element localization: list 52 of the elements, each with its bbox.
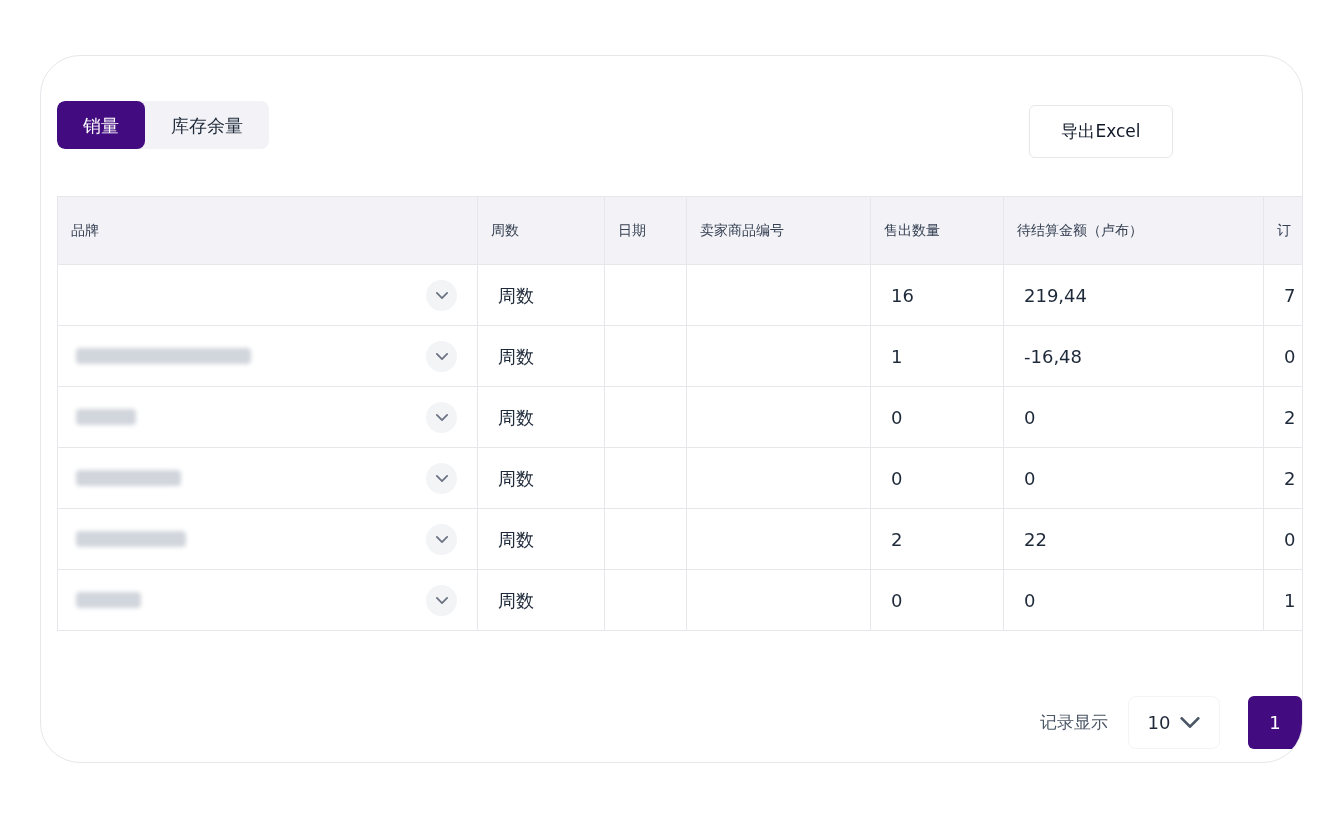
table-cell-text: 0 [1284, 344, 1296, 369]
column-header: 品牌 [71, 221, 99, 240]
table-cell-text: 2 [891, 527, 903, 552]
expand-button[interactable] [426, 523, 457, 555]
table-cell-text: 0 [891, 588, 903, 613]
tab[interactable]: 库存余量 [145, 101, 269, 149]
column-header: 日期 [618, 221, 646, 240]
chevron-down-icon [435, 535, 448, 543]
table-cell-text: 1 [1284, 588, 1296, 613]
table-cell-text: 周数 [498, 344, 534, 369]
chevron-down-icon [435, 596, 448, 604]
column-header: 售出数量 [884, 221, 940, 240]
expand-button[interactable] [426, 401, 457, 433]
table-cell-text: 周数 [498, 466, 534, 491]
table-cell-text: 16 [891, 283, 914, 308]
chevron-down-icon [435, 474, 448, 482]
table-cell-text: 周数 [498, 405, 534, 430]
chevron-down-icon [1180, 717, 1201, 728]
column-header: 订 [1277, 221, 1291, 240]
expand-button[interactable] [426, 279, 457, 311]
chevron-down-icon [435, 413, 448, 421]
table-cell-text: 0 [891, 466, 903, 491]
page-size-select[interactable]: 10 [1128, 696, 1220, 749]
table-cell-text: 0 [1284, 527, 1296, 552]
export-button[interactable]: 导出Excel [1029, 105, 1173, 158]
chevron-down-icon [435, 352, 448, 360]
table-cell-text: 0 [1024, 405, 1036, 430]
expand-button[interactable] [426, 340, 457, 372]
table-cell-text: 2 [1284, 405, 1296, 430]
records-label: 记录显示 [1040, 710, 1108, 734]
chevron-down-icon [435, 291, 448, 299]
column-header: 周数 [491, 221, 519, 240]
page-button[interactable]: 1 [1248, 696, 1302, 749]
table-cell-text: 周数 [498, 527, 534, 552]
expand-button[interactable] [426, 462, 457, 494]
expand-button[interactable] [426, 584, 457, 616]
table-cell-text: 219,44 [1024, 283, 1087, 308]
table-cell-text: 2 [1284, 466, 1296, 491]
table-cell-text: -16,48 [1024, 344, 1083, 369]
column-header: 待结算金额（卢布） [1017, 221, 1143, 240]
table-cell-text: 0 [891, 405, 903, 430]
table-cell-text: 1 [891, 344, 903, 369]
blurred-brand-name [76, 592, 141, 608]
table-cell-text: 0 [1024, 466, 1036, 491]
column-header: 卖家商品编号 [700, 221, 784, 240]
table-cell-text: 周数 [498, 588, 534, 613]
tab[interactable]: 销量 [57, 101, 145, 149]
table-cell-text: 周数 [498, 283, 534, 308]
table-cell-text: 7 [1284, 283, 1296, 308]
table-cell-text: 0 [1024, 588, 1036, 613]
table-cell-text: 22 [1024, 527, 1047, 552]
blurred-brand-name [76, 409, 136, 425]
